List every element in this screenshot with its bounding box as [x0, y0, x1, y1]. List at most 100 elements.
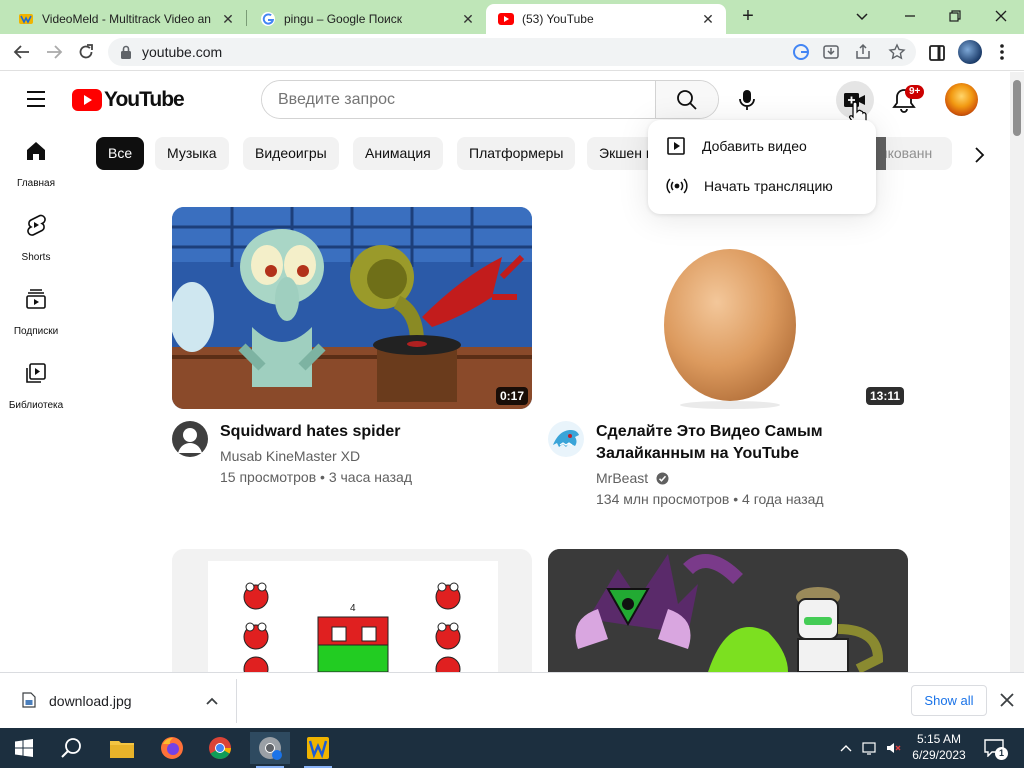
- taskbar-videomeld[interactable]: [298, 732, 338, 768]
- start-button[interactable]: [4, 732, 44, 764]
- folder-icon: [110, 741, 134, 758]
- close-window-icon[interactable]: [991, 6, 1011, 26]
- google-translate-icon[interactable]: [792, 43, 810, 61]
- video-card[interactable]: 13:11 Сделайте Это Видео Самым Залайканн…: [548, 207, 908, 507]
- channel-name[interactable]: MrBeast: [596, 470, 669, 486]
- hamburger-menu-icon[interactable]: [26, 90, 46, 108]
- numberblocks-thumbnail-image: 4: [172, 549, 532, 672]
- menu-item-go-live[interactable]: Начать трансляцию: [648, 166, 876, 206]
- tab-google[interactable]: pingu – Google Поиск ✕: [242, 4, 486, 34]
- verified-check-icon: [656, 472, 669, 485]
- sidebar-item-library[interactable]: Библиотека: [0, 350, 72, 424]
- meta-dot: •: [733, 491, 743, 507]
- install-app-icon[interactable]: [822, 43, 840, 61]
- reload-button[interactable]: [74, 40, 98, 64]
- tab-title: pingu – Google Поиск: [284, 12, 402, 26]
- tab-title: VideoMeld - Multitrack Video an: [42, 12, 211, 26]
- video-thumbnail[interactable]: 0:17: [172, 207, 532, 409]
- browser-menu-icon[interactable]: [994, 43, 1010, 61]
- voice-search-button[interactable]: [733, 86, 761, 114]
- upload-video-icon: [667, 137, 685, 155]
- google-icon: [261, 12, 275, 26]
- videomeld-icon: [307, 737, 329, 759]
- chip-platformers[interactable]: Платформеры: [457, 137, 576, 170]
- profile-avatar[interactable]: [958, 40, 982, 64]
- video-title[interactable]: Сделайте Это Видео Самым Залайканным на …: [596, 421, 896, 465]
- taskbar-search-button[interactable]: [52, 732, 92, 764]
- show-all-downloads-button[interactable]: Show all: [911, 685, 987, 716]
- tab-youtube[interactable]: (53) YouTube ✕: [486, 4, 726, 34]
- account-avatar[interactable]: [945, 83, 978, 116]
- browser-toolbar: youtube.com: [0, 34, 1024, 71]
- system-clock[interactable]: 5:15 AM 6/29/2023: [910, 731, 968, 763]
- sidebar-item-shorts[interactable]: Shorts: [0, 202, 72, 276]
- network-icon[interactable]: [862, 740, 878, 756]
- monster-thumbnail-image: [548, 549, 908, 672]
- url-text: youtube.com: [142, 44, 223, 60]
- search-input[interactable]: [262, 81, 656, 118]
- sidebar-item-label: Shorts: [21, 252, 51, 263]
- close-tab-icon[interactable]: ✕: [460, 11, 476, 27]
- close-tab-icon[interactable]: ✕: [220, 11, 236, 27]
- taskbar-chrome[interactable]: [200, 732, 240, 764]
- reload-icon: [79, 44, 93, 59]
- download-filename[interactable]: download.jpg: [49, 693, 132, 709]
- channel-avatar[interactable]: [172, 421, 208, 457]
- sidebar-item-label: Главная: [16, 178, 56, 189]
- video-card[interactable]: [548, 549, 908, 672]
- video-card[interactable]: 0:17 Squidward hates spider Musab KineMa…: [172, 207, 532, 497]
- notification-count-badge: 1: [995, 747, 1008, 760]
- firefox-icon: [161, 737, 183, 759]
- side-panel-icon[interactable]: [928, 44, 946, 62]
- notification-badge: 9+: [905, 85, 925, 99]
- chip-videogames[interactable]: Видеоигры: [243, 137, 339, 170]
- video-thumbnail[interactable]: 13:11: [548, 207, 908, 409]
- new-tab-button[interactable]: +: [737, 6, 759, 28]
- videomeld-icon: [19, 14, 33, 24]
- tray-chevron-up-icon[interactable]: [838, 740, 854, 756]
- search-box[interactable]: [261, 80, 719, 119]
- video-title[interactable]: Squidward hates spider: [220, 421, 520, 443]
- taskbar-firefox[interactable]: [152, 732, 192, 764]
- default-user-icon: [178, 428, 202, 453]
- menu-item-label: Начать трансляцию: [704, 178, 833, 194]
- close-tab-icon[interactable]: ✕: [700, 11, 716, 27]
- channel-name[interactable]: Musab KineMaster XD: [220, 448, 360, 464]
- page-scrollbar[interactable]: [1010, 72, 1024, 672]
- microphone-icon: [739, 90, 755, 110]
- chevron-right-icon[interactable]: [966, 143, 992, 167]
- chrome-profile-icon: [259, 737, 282, 760]
- video-thumbnail[interactable]: [548, 549, 908, 672]
- forward-button[interactable]: [42, 40, 66, 64]
- close-icon[interactable]: [998, 691, 1016, 709]
- channel-avatar[interactable]: [548, 421, 584, 457]
- scrollbar-thumb[interactable]: [1013, 80, 1021, 136]
- address-bar[interactable]: youtube.com: [108, 38, 916, 66]
- video-thumbnail[interactable]: 4: [172, 549, 532, 672]
- action-center-button[interactable]: 1: [976, 732, 1012, 764]
- chip-all[interactable]: Все: [96, 137, 145, 170]
- taskbar-file-explorer[interactable]: [102, 732, 142, 764]
- volume-muted-icon[interactable]: [886, 740, 902, 756]
- video-metadata: 134 млн просмотров • 4 года назад: [596, 491, 824, 507]
- egg-thumbnail-image: [548, 207, 908, 409]
- youtube-logo[interactable]: YouTube: [72, 88, 185, 112]
- tab-videomeld[interactable]: VideoMeld - Multitrack Video an ✕: [0, 4, 246, 34]
- menu-item-upload-video[interactable]: Добавить видео: [648, 126, 876, 166]
- restore-icon[interactable]: [945, 6, 965, 26]
- windows-logo-icon: [15, 739, 33, 757]
- search-button[interactable]: [655, 81, 718, 118]
- bookmark-star-icon[interactable]: [888, 43, 906, 61]
- sidebar-item-subscriptions[interactable]: Подписки: [0, 276, 72, 350]
- video-card[interactable]: 4: [172, 549, 532, 672]
- share-icon[interactable]: [854, 43, 872, 61]
- tab-search-chevron-icon[interactable]: [852, 6, 872, 26]
- sidebar-item-home[interactable]: Главная: [0, 128, 72, 202]
- chevron-up-icon[interactable]: [204, 693, 220, 709]
- taskbar-chrome-profile[interactable]: [250, 732, 290, 768]
- sidebar-item-label: Подписки: [13, 326, 59, 337]
- chip-animation[interactable]: Анимация: [353, 137, 443, 170]
- back-button[interactable]: [10, 40, 34, 64]
- minimize-icon[interactable]: [900, 6, 920, 26]
- chip-music[interactable]: Музыка: [155, 137, 229, 170]
